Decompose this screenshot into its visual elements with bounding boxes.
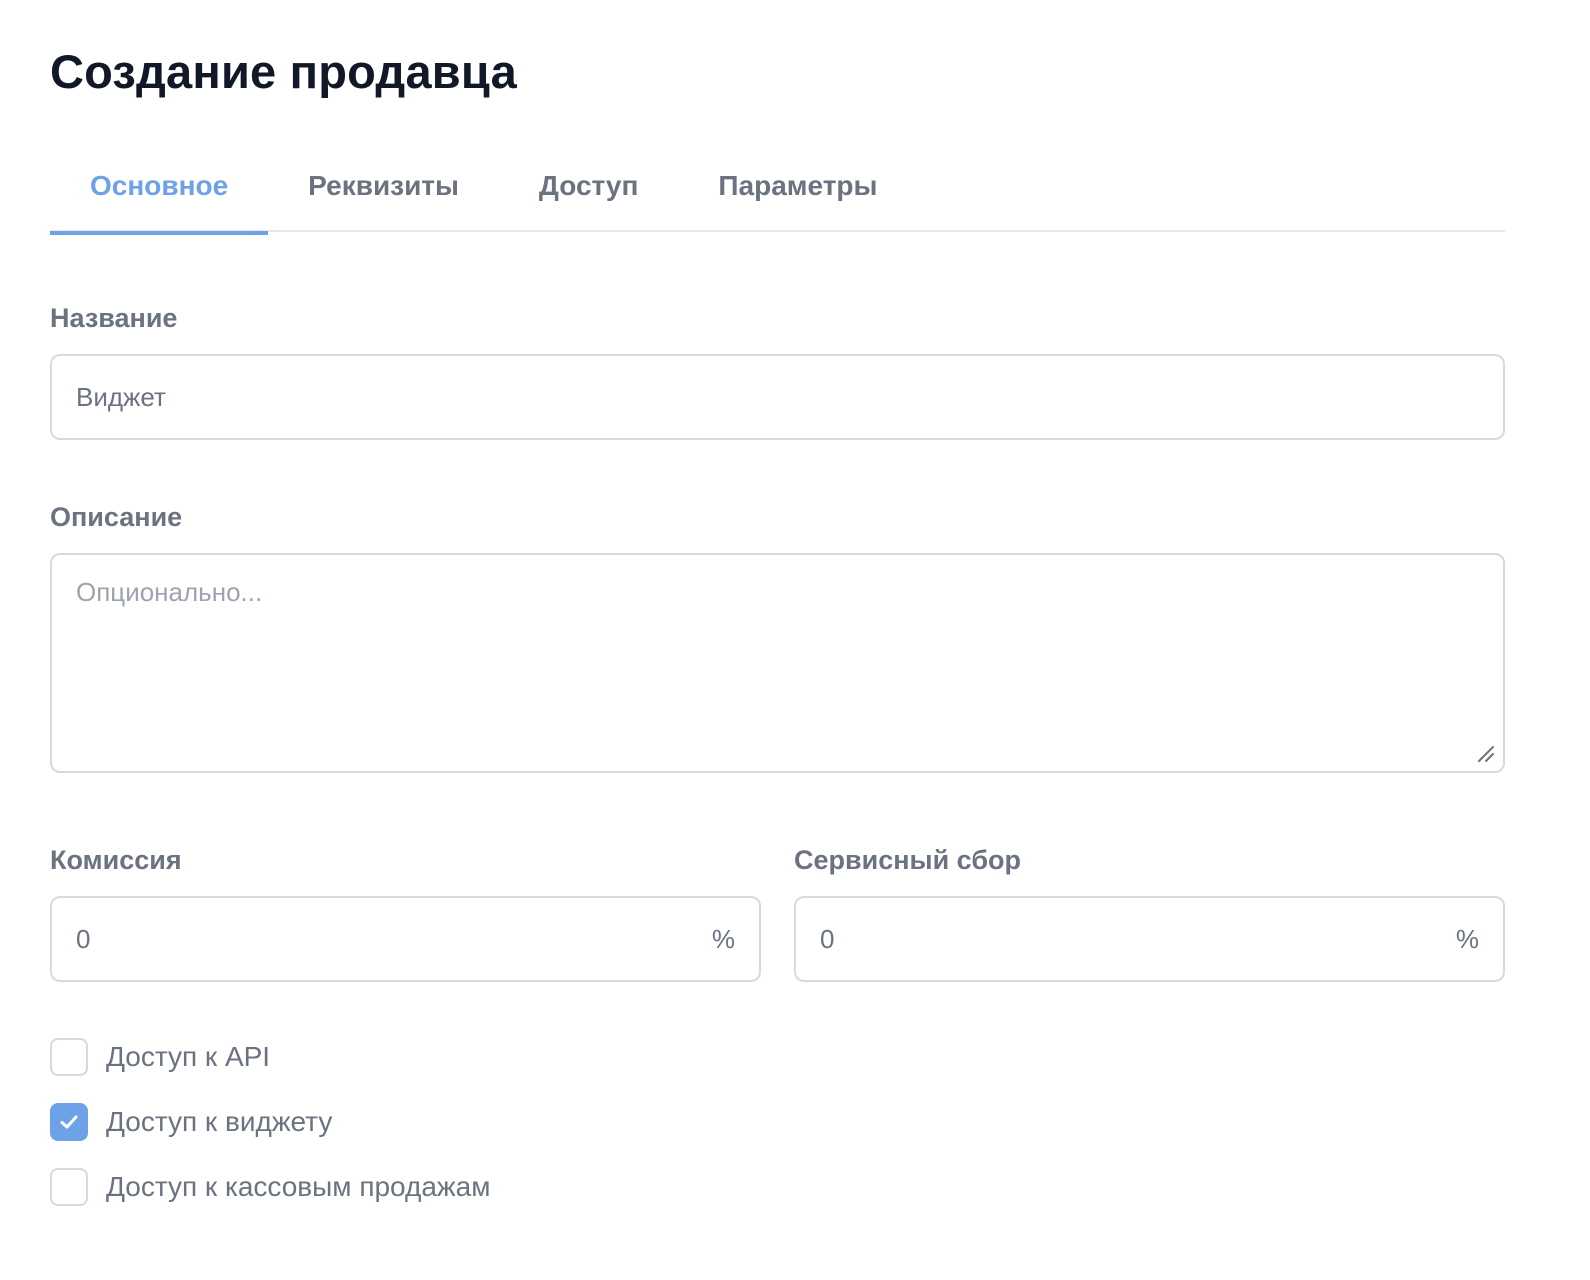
widget-access-option[interactable]: Доступ к виджету — [50, 1103, 332, 1141]
commission-input[interactable] — [76, 923, 702, 955]
widget-access-checkbox[interactable] — [50, 1103, 88, 1141]
commission-label: Комиссия — [50, 845, 182, 875]
create-seller-page: Создание продавца Основное Реквизиты Дос… — [0, 0, 1590, 1280]
service-fee-field-box: % — [794, 896, 1505, 982]
service-fee-label: Сервисный сбор — [794, 845, 1022, 875]
commission-percent-suffix: % — [711, 923, 735, 954]
checkmark-icon — [60, 1115, 78, 1129]
resize-handle-icon[interactable] — [1475, 743, 1495, 763]
name-field-box — [50, 354, 1505, 440]
tab-parameters[interactable]: Параметры — [678, 140, 917, 232]
api-access-label: Доступ к API — [106, 1041, 271, 1072]
description-textarea[interactable] — [76, 555, 1479, 771]
cash-sales-access-label: Доступ к кассовым продажам — [106, 1171, 491, 1202]
api-access-checkbox[interactable] — [50, 1038, 88, 1076]
service-fee-input[interactable] — [820, 923, 1446, 955]
name-label: Название — [50, 303, 178, 333]
tab-main[interactable]: Основное — [50, 140, 269, 235]
description-field-box — [50, 553, 1505, 773]
widget-access-label: Доступ к виджету — [106, 1106, 333, 1137]
tab-bar: Основное Реквизиты Доступ Параметры — [50, 140, 1505, 235]
page-title: Создание продавца — [50, 45, 517, 98]
description-label: Описание — [50, 502, 183, 532]
cash-sales-access-checkbox[interactable] — [50, 1168, 88, 1206]
tab-requisites[interactable]: Реквизиты — [268, 140, 499, 232]
cash-sales-access-option[interactable]: Доступ к кассовым продажам — [50, 1168, 490, 1206]
commission-field-box: % — [50, 896, 761, 982]
service-fee-percent-suffix: % — [1455, 923, 1479, 954]
tab-access[interactable]: Доступ — [499, 140, 679, 232]
name-input[interactable] — [76, 381, 1479, 413]
api-access-option[interactable]: Доступ к API — [50, 1038, 270, 1076]
